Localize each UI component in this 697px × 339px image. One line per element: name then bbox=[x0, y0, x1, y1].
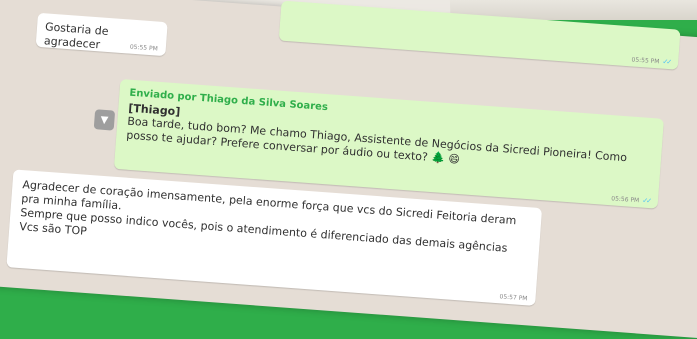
time-text: 05:57 PM bbox=[499, 293, 528, 303]
message-time: 05:57 PM bbox=[499, 293, 527, 302]
message-time: 05:55 PM ✓✓ bbox=[631, 55, 670, 66]
double-check-icon: ✓✓ bbox=[641, 196, 651, 206]
incoming-message[interactable]: Gostaria de agradecer 05:55 PM bbox=[35, 12, 168, 57]
message-time: 05:56 PM ✓✓ bbox=[611, 194, 650, 205]
double-check-icon: ✓✓ bbox=[662, 57, 671, 67]
chat-panel: 05:55 PM ✓✓ Gostaria de agradecer 05:55 … bbox=[0, 0, 697, 339]
time-text: 05:56 PM bbox=[611, 194, 640, 204]
chevron-down-icon[interactable]: ▼ bbox=[93, 109, 116, 131]
time-text: 05:55 PM bbox=[631, 55, 660, 65]
